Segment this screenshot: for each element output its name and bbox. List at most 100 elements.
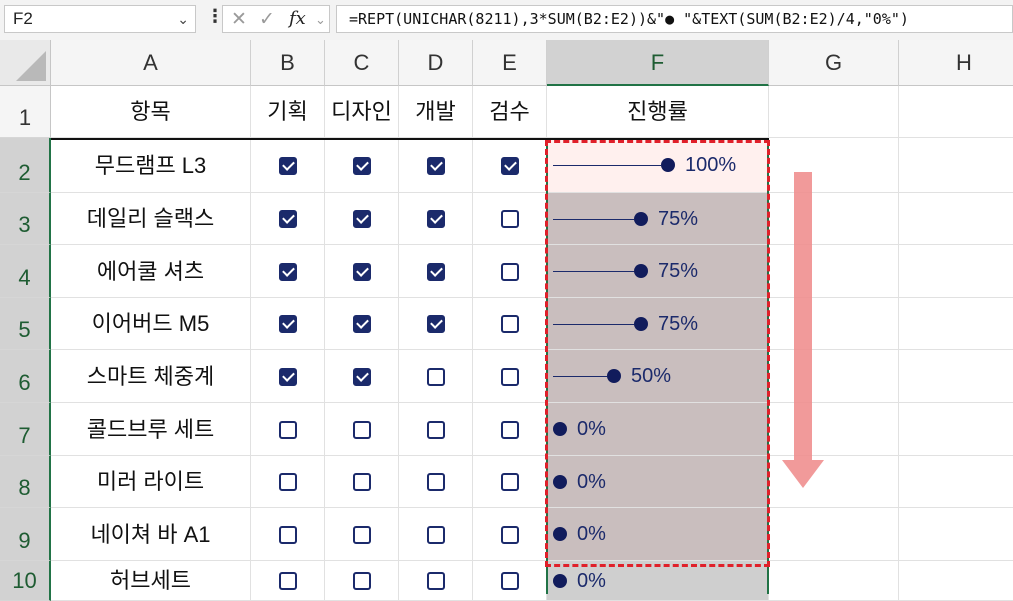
- cell-h[interactable]: [899, 508, 1013, 561]
- cell-h[interactable]: [899, 245, 1013, 298]
- check-cell[interactable]: [399, 193, 473, 245]
- item-name[interactable]: 에어쿨 셔츠: [51, 245, 251, 298]
- checkbox[interactable]: [279, 315, 297, 333]
- checkbox[interactable]: [427, 473, 445, 491]
- check-cell[interactable]: [251, 561, 325, 601]
- checkbox[interactable]: [427, 156, 445, 175]
- cell-h[interactable]: [899, 561, 1013, 601]
- insert-function-icon[interactable]: fx: [289, 8, 306, 29]
- progress-cell[interactable]: 75%: [547, 298, 769, 350]
- header-progress[interactable]: 진행률: [547, 86, 769, 138]
- column-header-f[interactable]: F: [547, 40, 769, 86]
- cell-h[interactable]: [899, 298, 1013, 350]
- enter-icon[interactable]: ✓: [259, 8, 275, 31]
- progress-cell[interactable]: 100%: [547, 138, 769, 193]
- cell-h1[interactable]: [899, 86, 1013, 138]
- row-header-6[interactable]: 6: [0, 350, 51, 403]
- cell-h[interactable]: [899, 193, 1013, 245]
- formula-input[interactable]: =REPT(UNICHAR(8211),3*SUM(B2:E2))&"● "&T…: [336, 5, 1013, 33]
- item-name[interactable]: 네이쳐 바 A1: [51, 508, 251, 561]
- check-cell[interactable]: [399, 245, 473, 298]
- row-header-5[interactable]: 5: [0, 298, 51, 350]
- row-header-2[interactable]: 2: [0, 138, 51, 193]
- check-cell[interactable]: [251, 508, 325, 561]
- cell-h[interactable]: [899, 456, 1013, 508]
- check-cell[interactable]: [325, 138, 399, 193]
- row-header-1[interactable]: 1: [0, 86, 51, 138]
- check-cell[interactable]: [251, 138, 325, 193]
- checkbox[interactable]: [501, 156, 519, 175]
- column-header-g[interactable]: G: [769, 40, 899, 86]
- check-cell[interactable]: [473, 456, 547, 508]
- check-cell[interactable]: [325, 561, 399, 601]
- cell-g[interactable]: [769, 508, 899, 561]
- column-header-d[interactable]: D: [399, 40, 473, 86]
- checkbox[interactable]: [353, 315, 371, 333]
- check-cell[interactable]: [473, 245, 547, 298]
- checkbox[interactable]: [501, 262, 519, 281]
- cell-g[interactable]: [769, 561, 899, 601]
- row-header-7[interactable]: 7: [0, 403, 51, 456]
- checkbox[interactable]: [279, 525, 297, 544]
- item-name[interactable]: 스마트 체중계: [51, 350, 251, 403]
- checkbox[interactable]: [501, 210, 519, 228]
- progress-cell[interactable]: 0%: [547, 456, 769, 508]
- checkbox[interactable]: [427, 315, 445, 333]
- column-header-a[interactable]: A: [51, 40, 251, 86]
- name-box[interactable]: F2 ⌄: [4, 5, 196, 33]
- progress-cell[interactable]: 0%: [547, 403, 769, 456]
- check-cell[interactable]: [251, 403, 325, 456]
- item-name[interactable]: 이어버드 M5: [51, 298, 251, 350]
- progress-cell[interactable]: 0%: [547, 508, 769, 561]
- check-cell[interactable]: [473, 138, 547, 193]
- checkbox[interactable]: [279, 262, 297, 281]
- checkbox[interactable]: [501, 420, 519, 439]
- item-name[interactable]: 무드램프 L3: [51, 138, 251, 193]
- checkbox[interactable]: [353, 156, 371, 175]
- checkbox[interactable]: [427, 420, 445, 439]
- chevron-down-icon[interactable]: ⌄: [315, 12, 326, 28]
- cell-h[interactable]: [899, 138, 1013, 193]
- check-cell[interactable]: [473, 508, 547, 561]
- checkbox[interactable]: [501, 315, 519, 333]
- check-cell[interactable]: [325, 350, 399, 403]
- header-item[interactable]: 항목: [51, 86, 251, 138]
- check-cell[interactable]: [325, 403, 399, 456]
- checkbox[interactable]: [353, 420, 371, 439]
- checkbox[interactable]: [353, 210, 371, 228]
- progress-cell[interactable]: 50%: [547, 350, 769, 403]
- checkbox[interactable]: [279, 156, 297, 175]
- checkbox[interactable]: [353, 367, 371, 386]
- column-header-e[interactable]: E: [473, 40, 547, 86]
- checkbox[interactable]: [427, 572, 445, 590]
- checkbox[interactable]: [279, 210, 297, 228]
- progress-cell[interactable]: 75%: [547, 193, 769, 245]
- column-header-h[interactable]: H: [899, 40, 1013, 86]
- cell-h[interactable]: [899, 350, 1013, 403]
- check-cell[interactable]: [251, 456, 325, 508]
- checkbox[interactable]: [427, 210, 445, 228]
- checkbox[interactable]: [279, 367, 297, 386]
- check-cell[interactable]: [399, 350, 473, 403]
- cell-h[interactable]: [899, 403, 1013, 456]
- check-cell[interactable]: [251, 350, 325, 403]
- checkbox[interactable]: [279, 420, 297, 439]
- check-cell[interactable]: [399, 138, 473, 193]
- checkbox[interactable]: [279, 572, 297, 590]
- check-cell[interactable]: [473, 403, 547, 456]
- check-cell[interactable]: [325, 508, 399, 561]
- check-cell[interactable]: [473, 561, 547, 601]
- checkbox[interactable]: [353, 525, 371, 544]
- checkbox[interactable]: [427, 525, 445, 544]
- select-all-icon[interactable]: [16, 51, 46, 81]
- cancel-icon[interactable]: ✕: [231, 8, 247, 31]
- check-cell[interactable]: [325, 245, 399, 298]
- item-name[interactable]: 허브세트: [51, 561, 251, 601]
- check-cell[interactable]: [399, 456, 473, 508]
- check-cell[interactable]: [399, 298, 473, 350]
- cell-g1[interactable]: [769, 86, 899, 138]
- checkbox[interactable]: [353, 473, 371, 491]
- check-cell[interactable]: [325, 456, 399, 508]
- column-header-c[interactable]: C: [325, 40, 399, 86]
- check-cell[interactable]: [399, 508, 473, 561]
